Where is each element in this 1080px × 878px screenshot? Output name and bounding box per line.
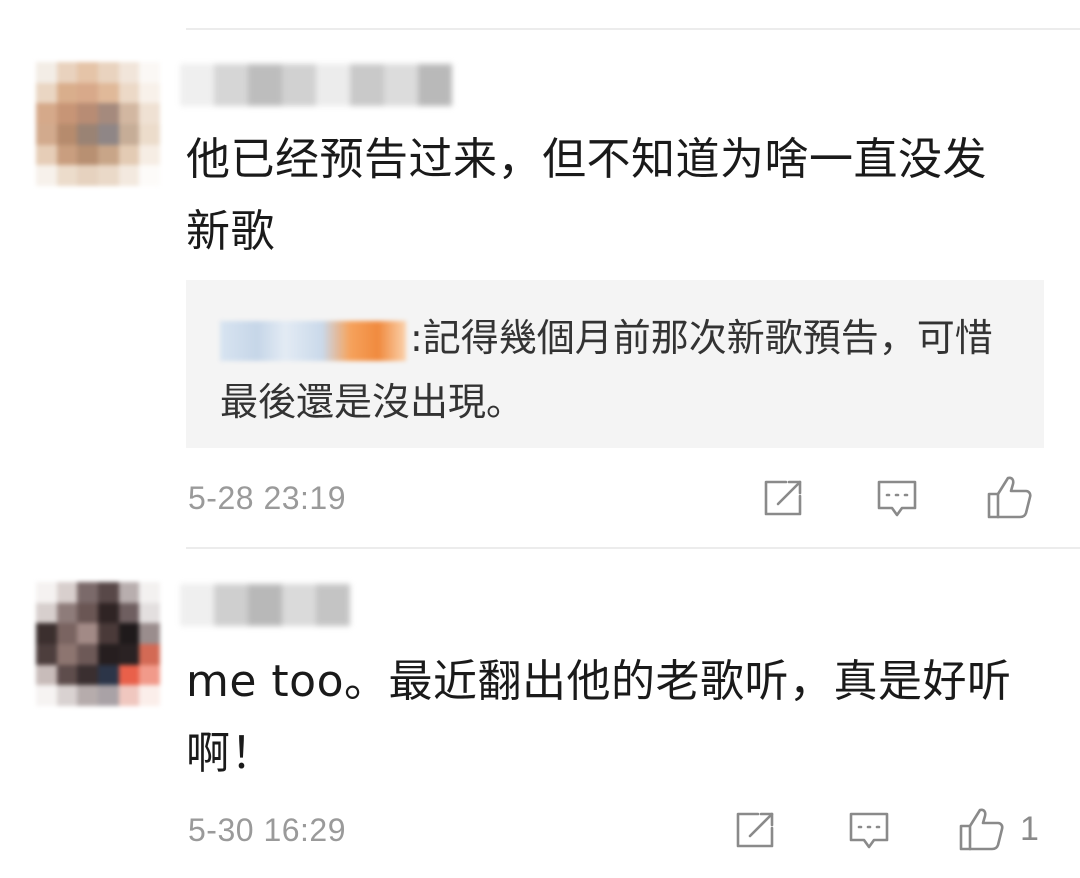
thumbs-up-icon xyxy=(987,476,1032,519)
like-button[interactable] xyxy=(986,474,1048,520)
share-icon xyxy=(736,812,774,848)
share-button[interactable] xyxy=(762,478,804,518)
avatar[interactable] xyxy=(36,582,160,706)
reply-button[interactable] xyxy=(876,478,918,520)
quoted-reply[interactable]: :記得幾個月前那次新歌預告，可惜最後還是沒出現。 xyxy=(186,280,1044,448)
reply-button[interactable] xyxy=(848,810,890,852)
username[interactable] xyxy=(180,584,350,626)
top-divider xyxy=(186,28,1080,30)
timestamp: 5-28 23:19 xyxy=(188,480,347,516)
share-icon xyxy=(764,480,802,516)
timestamp: 5-30 16:29 xyxy=(188,812,347,848)
like-button[interactable]: 1 xyxy=(958,806,1039,852)
username[interactable] xyxy=(180,64,452,106)
comment-icon xyxy=(877,480,917,517)
comment-icon xyxy=(849,812,889,849)
comment-text: me too。最近翻出他的老歌听，真是好听啊！ xyxy=(186,656,1012,779)
like-count: 1 xyxy=(1020,809,1039,848)
quoted-username[interactable] xyxy=(220,320,406,361)
comment-divider xyxy=(186,547,1080,549)
avatar[interactable] xyxy=(36,62,160,186)
share-button[interactable] xyxy=(734,810,776,850)
thumbs-up-icon xyxy=(959,808,1004,851)
comment-text: 他已经预告过来，但不知道为啥一直没发新歌 xyxy=(186,134,987,257)
